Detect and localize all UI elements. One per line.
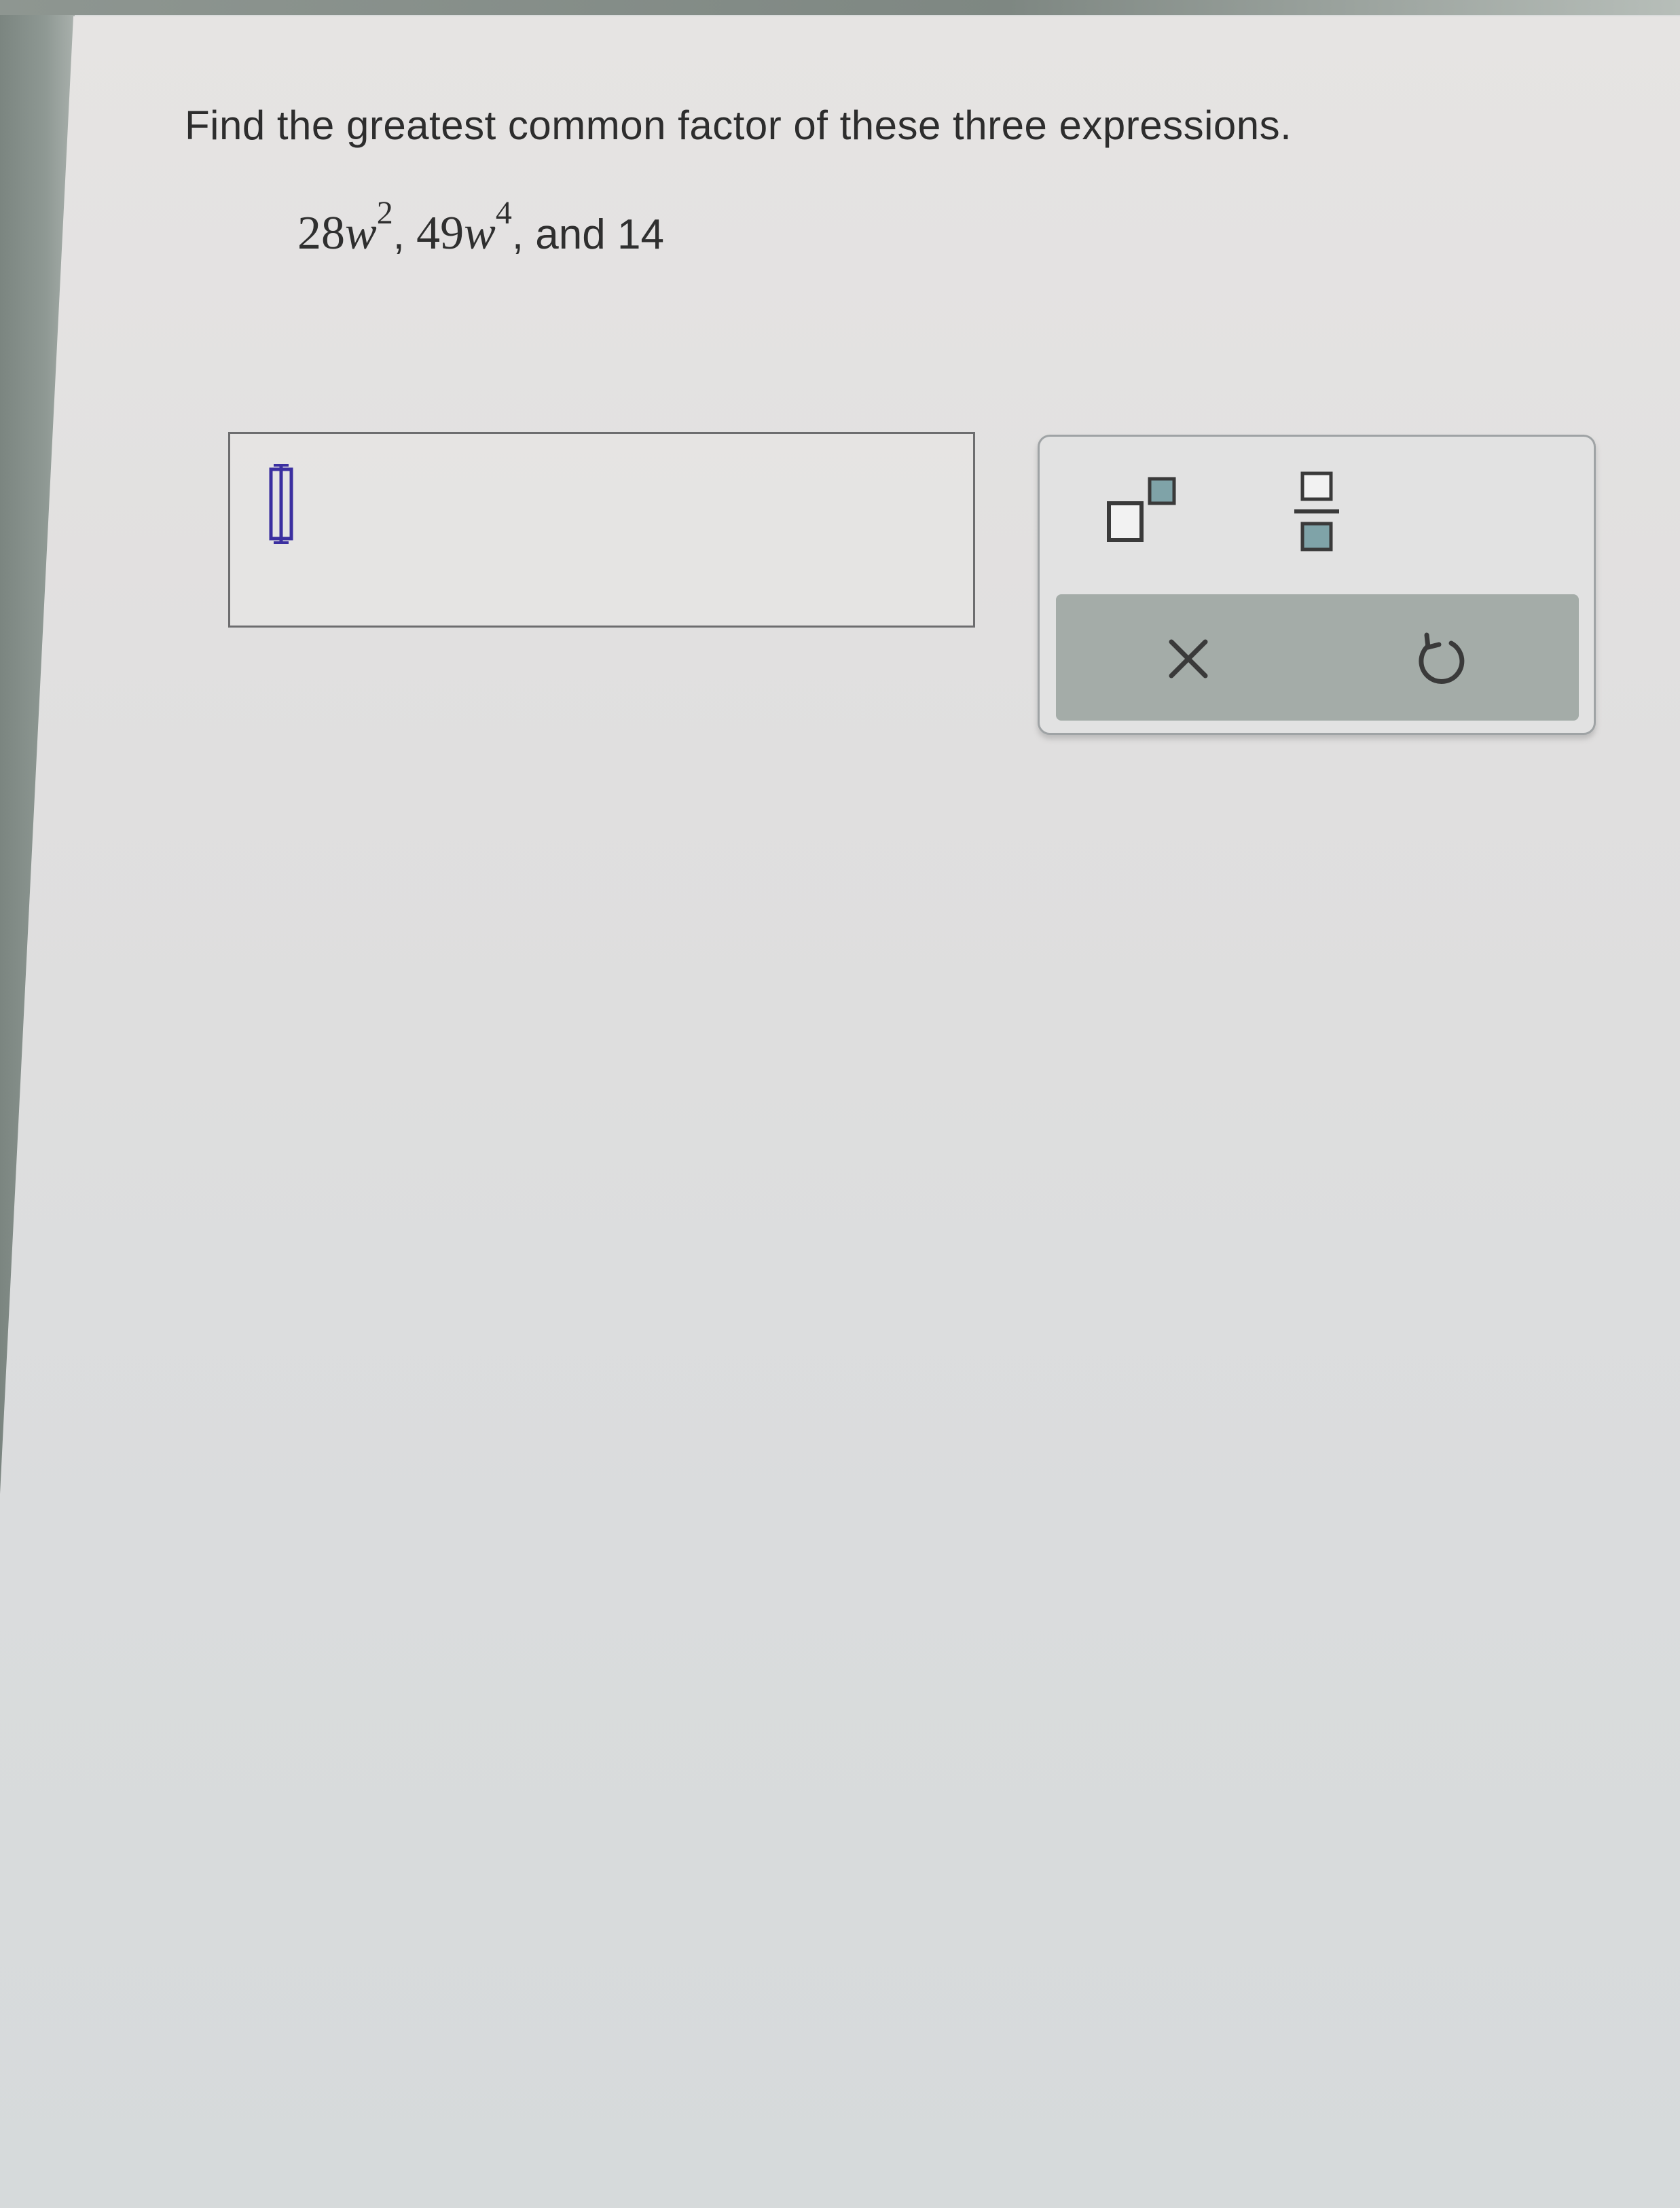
separator-comma: , — [392, 211, 417, 258]
exponent-button[interactable] — [1101, 471, 1189, 552]
answer-input[interactable] — [228, 432, 975, 628]
close-icon — [1169, 639, 1208, 678]
palette-action-bar — [1056, 594, 1579, 721]
expression-list: 28w2, 49w4, and 14 — [297, 195, 664, 261]
separator-and: , and — [511, 211, 617, 258]
term1-coefficient: 28 — [297, 207, 345, 259]
undo-button[interactable] — [1395, 621, 1484, 696]
question-prompt: Find the greatest common factor of these… — [185, 103, 1292, 148]
clear-button[interactable] — [1144, 621, 1232, 696]
term1-exponent: 2 — [376, 195, 393, 231]
term3-constant: 14 — [617, 211, 664, 258]
question-page: Find the greatest common factor of these… — [0, 16, 1680, 2208]
term1-variable: w — [345, 207, 377, 259]
term2-variable: w — [464, 207, 496, 259]
fraction-template-icon — [1294, 471, 1339, 551]
screen-bezel-top — [0, 0, 1680, 15]
term2-coefficient: 49 — [416, 207, 464, 259]
term2-exponent: 4 — [495, 195, 512, 231]
fraction-button[interactable] — [1274, 464, 1362, 559]
undo-icon — [1419, 632, 1465, 684]
exponent-template-icon — [1107, 477, 1176, 542]
input-cursor-icon — [269, 464, 293, 544]
math-palette — [1038, 435, 1596, 735]
